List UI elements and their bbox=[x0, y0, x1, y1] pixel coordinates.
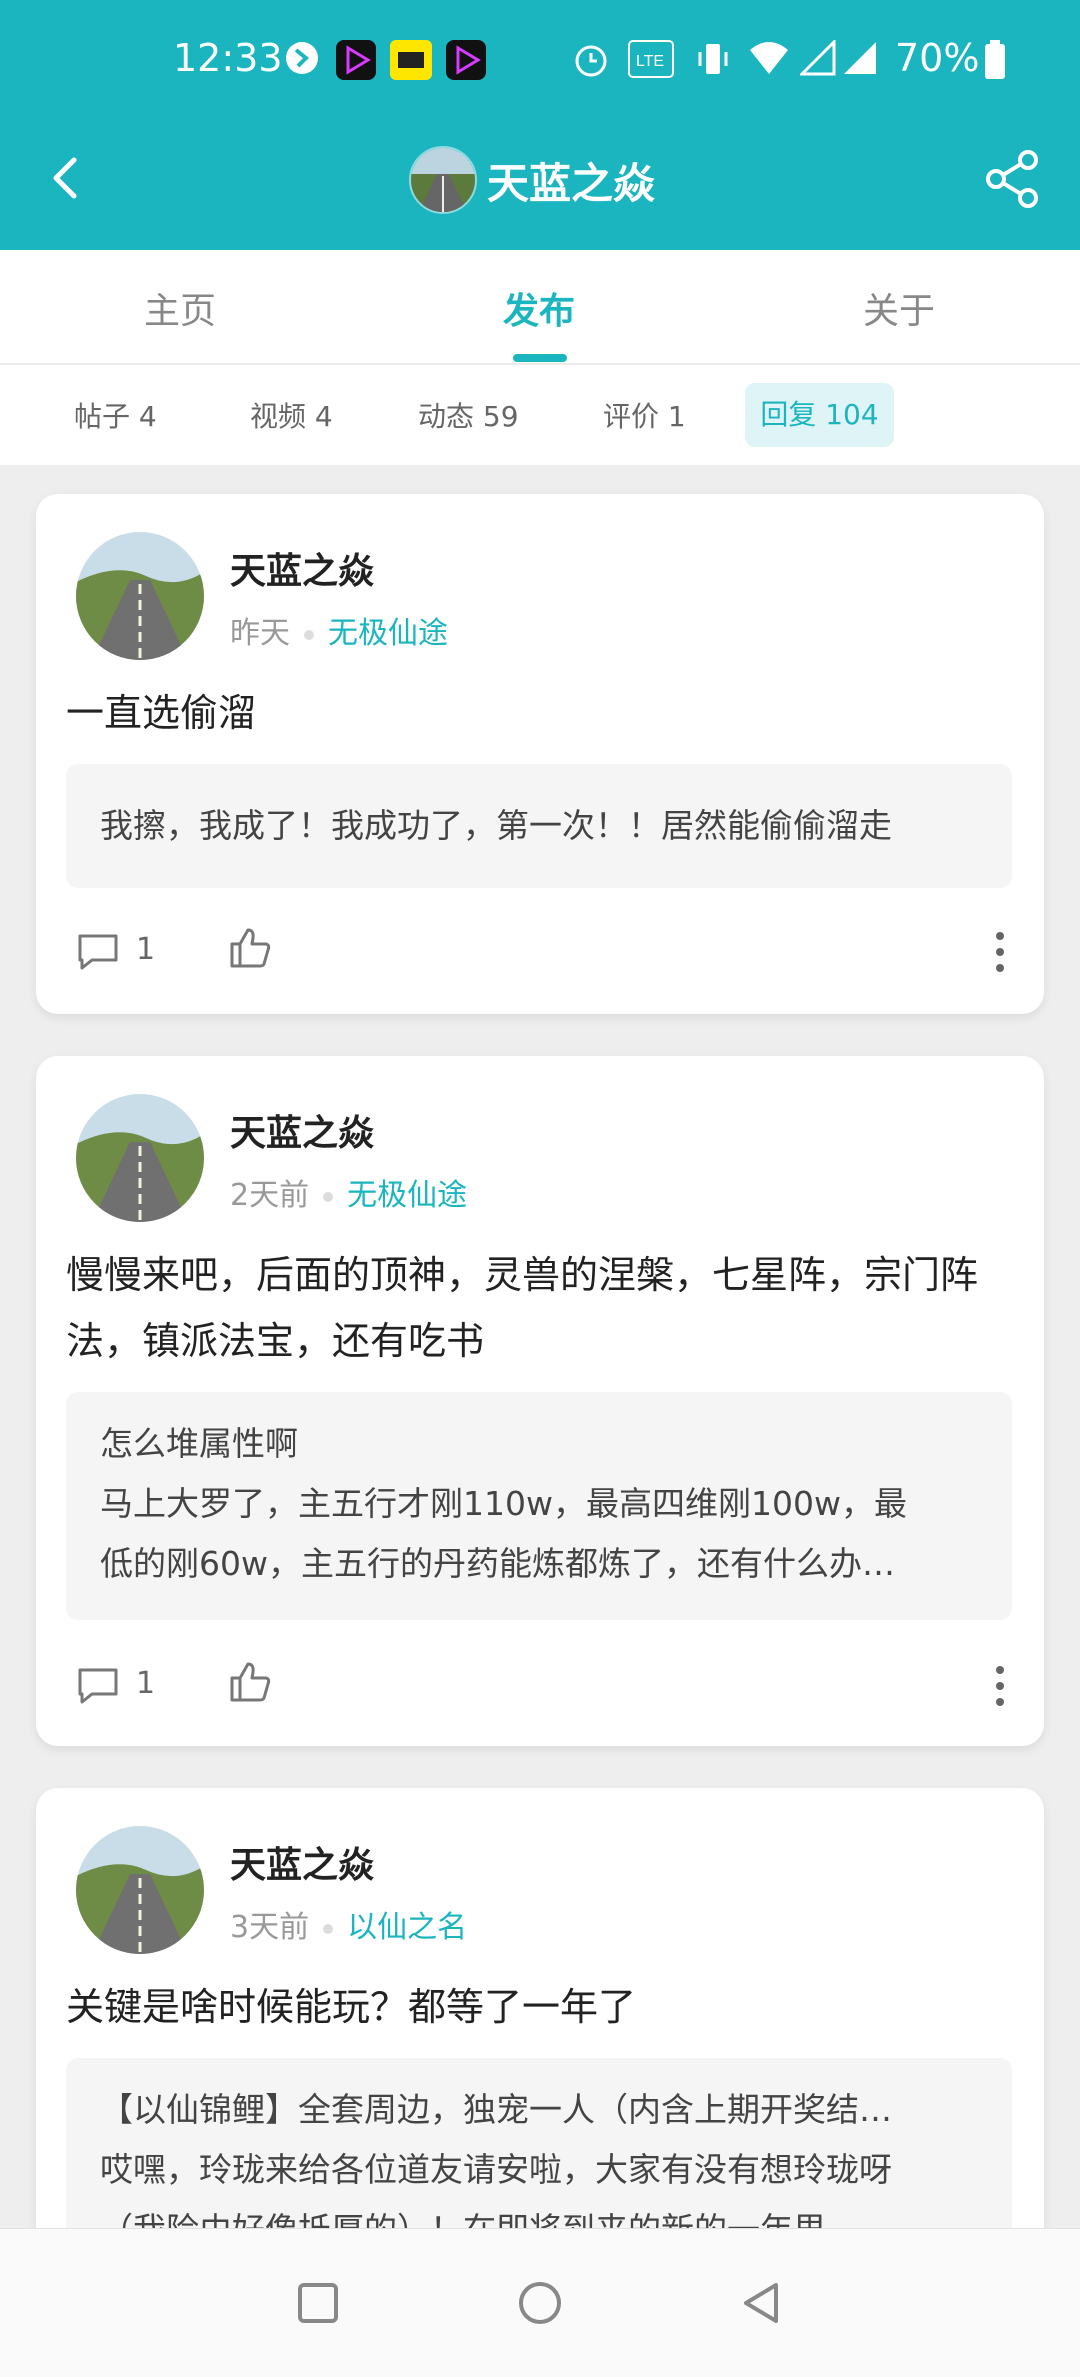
profile-tabs: 主页 发布 关于 bbox=[0, 250, 1080, 365]
reply-card[interactable]: 天蓝之焱 昨天 无极仙途 一直选偷溜 我擦，我成了！我成功了，第一次！！居然能偷偷… bbox=[36, 494, 1044, 1014]
username[interactable]: 天蓝之焱 bbox=[230, 542, 374, 594]
back-triangle-icon[interactable] bbox=[732, 2273, 792, 2333]
battery-icon bbox=[985, 40, 1005, 79]
tab-home[interactable]: 主页 bbox=[144, 282, 216, 334]
sub-tabs: 帖子 4 视频 4 动态 59 评价 1 回复 104 bbox=[0, 365, 1080, 465]
subtab-replies[interactable]: 回复 104 bbox=[745, 383, 894, 447]
more-options-icon[interactable] bbox=[994, 928, 1006, 976]
post-time: 3天前 bbox=[230, 1910, 310, 1945]
post-meta: 3天前 以仙之名 bbox=[230, 1902, 467, 1946]
subtab-reviews[interactable]: 评价 1 bbox=[603, 395, 686, 435]
app-header: 12:33 LTE 70% 天蓝之焱 bbox=[0, 0, 1080, 250]
battery-percent: 70% bbox=[895, 36, 980, 80]
subtab-moments[interactable]: 动态 59 bbox=[418, 395, 519, 435]
post-time: 昨天 bbox=[230, 616, 290, 651]
username[interactable]: 天蓝之焱 bbox=[230, 1104, 374, 1156]
quote-title: 【以仙锦鲤】全套周边，独宠一人（内含上期开奖结… bbox=[100, 2090, 892, 2129]
avatar[interactable] bbox=[76, 1094, 204, 1222]
thumbs-up-icon[interactable] bbox=[226, 1658, 274, 1706]
reply-text: 一直选偷溜 bbox=[66, 691, 257, 735]
subtab-videos[interactable]: 视频 4 bbox=[250, 395, 333, 435]
action-bar: 1 bbox=[36, 918, 1044, 988]
comment-count: 1 bbox=[136, 932, 156, 967]
quote-title: 怎么堆属性啊 bbox=[100, 1424, 298, 1463]
comment-count: 1 bbox=[136, 1666, 156, 1701]
status-time: 12:33 bbox=[173, 36, 283, 80]
username[interactable]: 天蓝之焱 bbox=[230, 1836, 374, 1888]
svg-text:LTE: LTE bbox=[636, 53, 664, 70]
wifi-icon bbox=[750, 42, 788, 74]
nav-bar: 天蓝之焱 bbox=[0, 120, 1080, 250]
header-avatar[interactable] bbox=[409, 146, 477, 214]
avatar[interactable] bbox=[76, 1826, 204, 1954]
signal-icon bbox=[800, 40, 836, 76]
quote-line: 低的刚60w，主五行的丹药能炼都炼了，还有什么办… bbox=[100, 1544, 895, 1583]
alarm-icon bbox=[575, 45, 607, 77]
tab-posts[interactable]: 发布 bbox=[503, 282, 575, 334]
game-link[interactable]: 无极仙途 bbox=[328, 616, 448, 651]
video-app-icon-2 bbox=[446, 40, 486, 80]
post-meta: 2天前 无极仙途 bbox=[230, 1170, 467, 1214]
signal-icon-2 bbox=[844, 42, 876, 74]
comment-icon[interactable] bbox=[74, 1662, 122, 1710]
comment-icon[interactable] bbox=[74, 928, 122, 976]
tab-indicator bbox=[513, 354, 567, 362]
avatar[interactable] bbox=[76, 532, 204, 660]
tab-about[interactable]: 关于 bbox=[863, 282, 935, 334]
status-bar: 12:33 LTE 70% bbox=[0, 0, 1080, 120]
video-app-icon bbox=[336, 40, 376, 80]
quoted-post[interactable]: 我擦，我成了！我成功了，第一次！！居然能偷偷溜走 bbox=[66, 764, 1012, 888]
reply-card[interactable]: 天蓝之焱 2天前 无极仙途 慢慢来吧，后面的顶神，灵兽的涅槃，七星阵，宗门阵法，镇… bbox=[36, 1056, 1044, 1746]
volte-icon: LTE bbox=[628, 40, 674, 78]
post-meta: 昨天 无极仙途 bbox=[230, 608, 448, 652]
quote-line: 马上大罗了，主五行才刚110w，最高四维刚100w，最 bbox=[100, 1484, 907, 1523]
share-icon[interactable] bbox=[980, 146, 1046, 212]
reply-text: 关键是啥时候能玩？都等了一年了 bbox=[66, 1985, 637, 2029]
game-link[interactable]: 以仙之名 bbox=[347, 1910, 467, 1945]
back-arrow-icon[interactable] bbox=[38, 148, 98, 208]
game-link[interactable]: 无极仙途 bbox=[347, 1178, 467, 1213]
page-title: 天蓝之焱 bbox=[487, 159, 656, 208]
reply-text: 慢慢来吧，后面的顶神，灵兽的涅槃，七星阵，宗门阵法，镇派法宝，还有吃书 bbox=[66, 1253, 979, 1363]
subtab-threads[interactable]: 帖子 4 bbox=[74, 395, 157, 435]
recent-apps-icon[interactable] bbox=[288, 2273, 348, 2333]
thumbs-up-icon[interactable] bbox=[226, 924, 274, 972]
home-circle-icon[interactable] bbox=[510, 2273, 570, 2333]
more-options-icon[interactable] bbox=[994, 1662, 1006, 1710]
quoted-post[interactable]: 怎么堆属性啊 马上大罗了，主五行才刚110w，最高四维刚100w，最 低的刚60… bbox=[66, 1392, 1012, 1620]
quote-line: 哎嘿，玲珑来给各位道友请安啦，大家有没有想玲珑呀 bbox=[100, 2150, 892, 2189]
quote-line: 我擦，我成了！我成功了，第一次！！居然能偷偷溜走 bbox=[100, 806, 892, 845]
news-app-icon bbox=[390, 40, 432, 80]
system-nav-bar bbox=[0, 2228, 1080, 2377]
action-bar: 1 bbox=[36, 1652, 1044, 1722]
post-time: 2天前 bbox=[230, 1178, 310, 1213]
app-notification-icon bbox=[286, 42, 318, 74]
vibrate-icon bbox=[698, 44, 728, 74]
